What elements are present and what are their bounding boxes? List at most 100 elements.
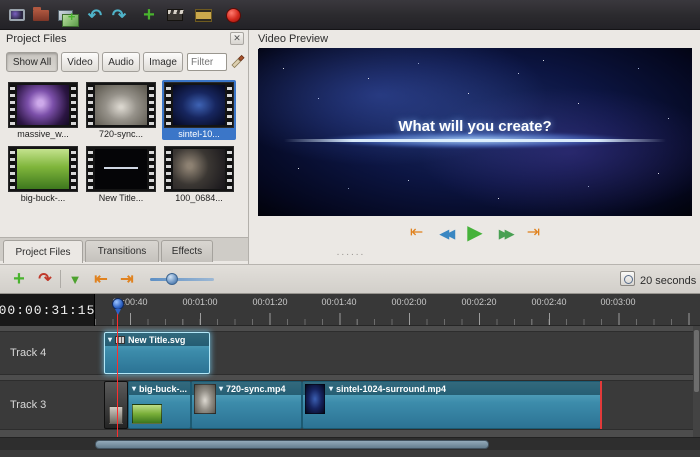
zoom-scale-label: 20 seconds — [640, 275, 696, 287]
new-project-icon[interactable] — [6, 4, 28, 26]
clip-thumbnail — [132, 404, 162, 424]
project-file-item[interactable]: New Title... — [84, 144, 158, 204]
ruler-mark: 00:02:20 — [461, 297, 496, 307]
tab-project-files[interactable]: Project Files — [3, 240, 83, 263]
chevron-down-icon[interactable]: ▾ — [108, 336, 112, 344]
ruler-mark: 00:02:40 — [531, 297, 566, 307]
filter-audio-button[interactable]: Audio — [102, 52, 140, 72]
add-track-button[interactable]: + — [8, 268, 30, 290]
clapperboard-icon — [167, 9, 183, 21]
ruler-mark: 00:01:40 — [321, 297, 356, 307]
filter-video-button[interactable]: Video — [61, 52, 99, 72]
project-files-close-button[interactable]: ✕ — [230, 32, 244, 45]
redo-icon[interactable]: ↷ — [108, 4, 130, 26]
title-text-line — [104, 167, 137, 169]
file-name: 720-sync... — [84, 129, 158, 139]
ruler-mark: 00:03:00 — [600, 297, 635, 307]
tab-effects[interactable]: Effects — [161, 240, 213, 262]
project-file-item-selected[interactable]: sintel-10... — [162, 80, 236, 140]
clip-header: ▾ New Title.svg — [105, 333, 209, 346]
fullscreen-icon[interactable] — [192, 4, 214, 26]
redo-arrow-glyph: ↷ — [112, 7, 126, 24]
track-label: Track 4 — [10, 347, 46, 359]
filter-input[interactable] — [187, 53, 227, 71]
clip-name: sintel-1024-surround.mp4 — [336, 384, 446, 394]
ruler-mark: 00:01:20 — [252, 297, 287, 307]
project-file-item[interactable]: big-buck-... — [6, 144, 80, 204]
choose-profile-icon[interactable] — [164, 4, 186, 26]
track-label: Track 3 — [10, 399, 46, 411]
clip-header: ▾ sintel-1024-surround.mp4 — [303, 382, 600, 395]
timecode-display: 00:00:31:15 — [0, 294, 95, 326]
project-file-item[interactable]: massive_w... — [6, 80, 80, 140]
chevron-down-icon[interactable]: ▾ — [219, 385, 223, 393]
clip-name: 720-sync.mp4 — [226, 384, 286, 394]
snapping-toggle-button[interactable]: ↷ — [34, 268, 56, 290]
plus-badge-icon: + — [68, 9, 76, 24]
file-thumbnail — [8, 82, 78, 128]
clip-thumbnail — [109, 406, 123, 424]
play-button[interactable]: ▶ — [467, 223, 482, 243]
open-project-icon[interactable] — [30, 4, 52, 26]
timeline-ruler[interactable]: 00:00:40 00:01:00 00:01:20 00:01:40 00:0… — [95, 294, 700, 326]
jump-start-button[interactable]: ⇤ — [410, 225, 423, 241]
monitor-icon — [9, 9, 25, 21]
clip-thumbnail — [305, 384, 325, 414]
fast-forward-button[interactable]: ▶▶ — [499, 227, 511, 240]
vertical-scrollbar-thumb[interactable] — [694, 330, 699, 392]
file-thumbnail — [164, 146, 234, 192]
undo-icon[interactable]: ↶ — [84, 4, 106, 26]
clip-trim-edge-marker[interactable] — [600, 381, 602, 429]
import-files-icon[interactable]: + — [138, 4, 160, 26]
previous-marker-button[interactable]: ⇤ — [90, 268, 112, 290]
video-preview-title: Video Preview — [258, 33, 328, 45]
video-overlay-text: What will you create? — [258, 118, 692, 135]
zoom-slider-track[interactable] — [150, 278, 214, 281]
clip-sintel[interactable]: ▾ sintel-1024-surround.mp4 — [302, 381, 601, 429]
chevron-down-icon[interactable]: ▾ — [329, 385, 333, 393]
splitter-handle[interactable]: ...... — [336, 250, 366, 256]
timeline-horizontal-scrollbar[interactable] — [0, 437, 700, 450]
horizontal-scrollbar-thumb[interactable] — [95, 440, 489, 449]
thumbnail-image — [17, 149, 69, 189]
timeline-vertical-scrollbar[interactable] — [693, 326, 700, 437]
file-name: massive_w... — [6, 129, 80, 139]
file-thumbnail — [8, 146, 78, 192]
project-file-item[interactable]: 720-sync... — [84, 80, 158, 140]
panel-divider[interactable] — [248, 30, 249, 264]
stars-decoration — [258, 48, 259, 49]
export-video-icon[interactable] — [222, 4, 244, 26]
main-toolbar: + ↶ ↷ + — [0, 0, 700, 30]
playhead-line — [117, 312, 118, 437]
razor-tool-button[interactable]: ▼ — [64, 268, 86, 290]
thumbnail-image — [95, 85, 147, 125]
next-marker-button[interactable]: ⇥ — [116, 268, 138, 290]
razor-icon: ▼ — [69, 272, 82, 287]
zoom-slider-handle[interactable] — [166, 273, 178, 285]
filter-show-all-button[interactable]: Show All — [6, 52, 58, 72]
clip-720-sync[interactable]: ▾ 720-sync.mp4 — [191, 381, 302, 429]
project-file-item[interactable]: 100_0684... — [162, 144, 236, 204]
filter-image-button[interactable]: Image — [143, 52, 183, 72]
lens-flare-core — [284, 139, 666, 142]
jump-end-button[interactable]: ⇥ — [527, 225, 540, 241]
photos-icon: + — [58, 10, 73, 21]
clip-big-buck[interactable]: ▾ big-buck-... — [128, 381, 191, 429]
file-name: big-buck-... — [6, 193, 80, 203]
clip-new-title[interactable]: ▾ New Title.svg — [104, 332, 210, 374]
clear-filter-brush-icon[interactable] — [230, 52, 246, 70]
clip-name: New Title.svg — [128, 335, 185, 345]
undo-arrow-glyph: ↶ — [88, 7, 102, 24]
zoom-scale-icon — [620, 271, 635, 286]
snap-icon: ↷ — [38, 269, 51, 289]
filmstrip-icon — [195, 9, 212, 22]
openshot-window: + ↶ ↷ + Project Files ✕ Show All Video A… — [0, 0, 700, 457]
rewind-button[interactable]: ◀◀ — [439, 227, 451, 240]
file-thumbnail — [86, 146, 156, 192]
video-preview-screen[interactable]: What will you create? — [258, 48, 692, 216]
ruler-mark: 00:01:00 — [182, 297, 217, 307]
save-project-icon[interactable]: + — [54, 4, 76, 26]
chevron-down-icon[interactable]: ▾ — [132, 385, 136, 393]
tab-transitions[interactable]: Transitions — [85, 240, 159, 262]
clip-small[interactable] — [104, 381, 128, 429]
